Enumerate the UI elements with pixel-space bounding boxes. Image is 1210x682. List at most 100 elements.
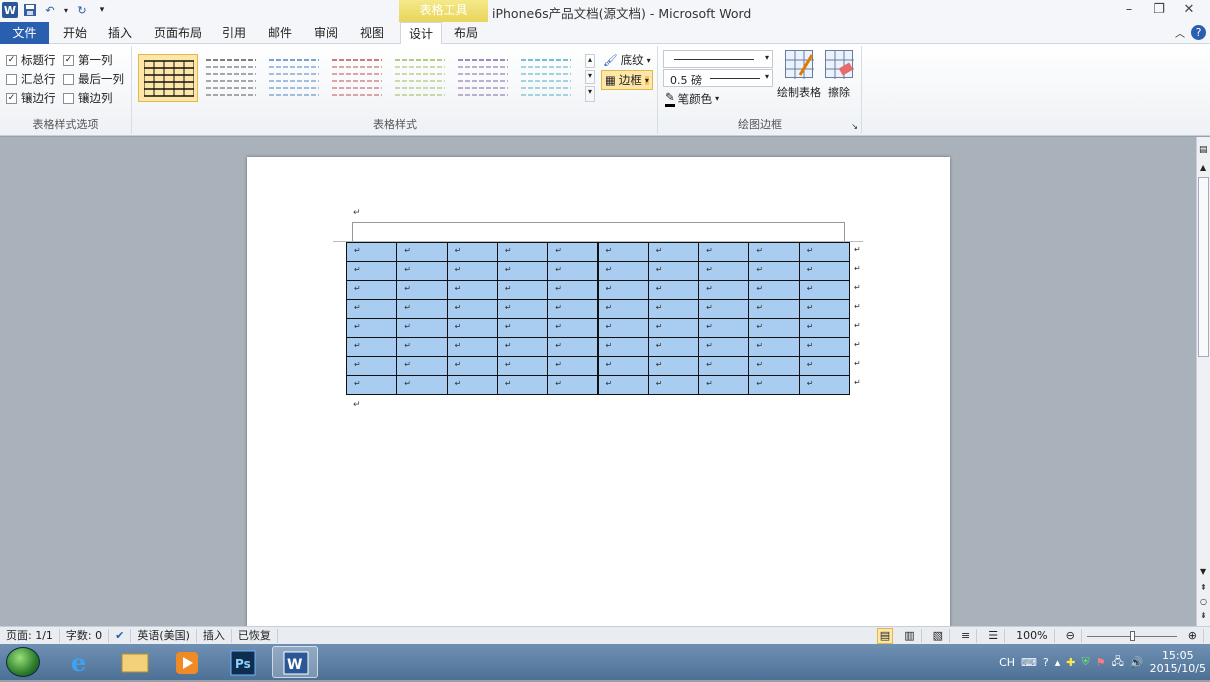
table-cell[interactable]: ↵ [346,356,398,376]
next-page-icon[interactable]: ⇟ [1200,611,1207,620]
tab-page-layout[interactable]: 页面布局 [149,22,207,44]
table-cell[interactable]: ↵ [798,299,850,319]
table-cell[interactable]: ↵ [698,280,750,300]
table-cell[interactable]: ↵ [547,337,599,357]
network-icon[interactable]: 🖧 [1112,653,1124,672]
borders-dialog-launcher-icon[interactable]: ↘ [851,122,858,131]
status-language[interactable]: 英语(美国) [131,628,197,643]
table-cell[interactable]: ↵ [698,299,750,319]
checkbox-first-column[interactable]: ✓ 第一列 [63,52,113,68]
minimize-ribbon-icon[interactable]: ︿ [1175,25,1185,40]
shield-icon[interactable]: ⛨ [1082,655,1090,669]
table-cell[interactable]: ↵ [748,337,800,357]
table-cell[interactable]: ↵ [446,337,498,357]
save-icon[interactable] [22,2,38,18]
table-cell[interactable]: ↵ [346,375,398,395]
borders-button[interactable]: ▦ 边框 ▾ [601,70,653,90]
table-cell[interactable]: ↵ [647,337,700,357]
table-style-thumbnail[interactable] [201,54,261,102]
table-style-thumbnail[interactable] [453,54,513,102]
table-cell[interactable]: ↵ [698,242,750,262]
table-style-thumbnail[interactable] [516,54,576,102]
table-cell[interactable]: ↵ [446,299,498,319]
minimize-icon[interactable]: – [1114,0,1144,20]
checkbox-last-column[interactable]: 最后一列 [63,71,124,87]
table-cell[interactable]: ↵ [647,280,700,300]
full-screen-reading-icon[interactable]: ▥ [898,628,922,643]
tab-view[interactable]: 视图 [353,22,391,44]
checkbox-banded-columns[interactable]: 镶边列 [63,90,113,106]
table-cell[interactable]: ↵ [647,375,700,395]
tab-design[interactable]: 设计 [400,22,442,45]
line-style-select[interactable]: ▾ [663,50,773,68]
internet-explorer-icon[interactable]: e [57,646,103,678]
checkbox-total-row[interactable]: 汇总行 [6,71,56,87]
table-cell[interactable]: ↵ [547,375,599,395]
input-method[interactable]: CH [999,656,1015,669]
table-cell[interactable]: ↵ [798,242,850,262]
table-style-thumbnail[interactable] [327,54,387,102]
close-icon[interactable]: ✕ [1174,0,1204,20]
photoshop-icon[interactable]: Ps [220,646,266,678]
table-cell[interactable]: ↵ [547,318,599,338]
previous-page-icon[interactable]: ⇞ [1200,583,1207,592]
table-cell[interactable]: ↵ [698,261,750,281]
table-cell[interactable]: ↵ [496,261,549,281]
gallery-scroll-down-icon[interactable]: ▾ [585,70,595,84]
table-cell[interactable]: ↵ [597,375,649,395]
table-cell[interactable]: ↵ [597,299,649,319]
table-cell[interactable]: ↵ [597,318,649,338]
pen-color-button[interactable]: ✎ 笔颜色 ▾ [665,90,719,107]
outline-view-icon[interactable]: ≡ [955,628,978,643]
web-layout-icon[interactable]: ▧ [927,628,951,643]
table-cell[interactable]: ↵ [647,299,700,319]
volume-icon[interactable]: 🔊 [1130,656,1144,669]
table-cell[interactable]: ↵ [396,375,448,395]
proofing-icon[interactable]: ✔ [109,628,132,643]
table-cell[interactable]: ↵ [446,261,498,281]
status-word-count[interactable]: 字数: 0 [60,628,110,643]
table-cell[interactable]: ↵ [496,375,549,395]
table-cell[interactable]: ↵ [748,318,800,338]
word-taskbar-icon[interactable]: W [272,646,318,678]
table-cell[interactable]: ↵ [748,299,800,319]
checkbox-banded-columns-box[interactable] [63,92,74,104]
checkbox-header-row-box[interactable]: ✓ [6,54,17,66]
clock[interactable]: 15:05 2015/10/5 [1150,649,1206,675]
draw-table-button[interactable]: 绘制表格 [777,50,821,100]
table-cell[interactable]: ↵ [597,242,649,262]
zoom-slider[interactable] [1086,630,1177,642]
table-cell[interactable]: ↵ [748,280,800,300]
keyboard-icon[interactable]: ⌨ [1021,656,1037,669]
checkbox-banded-rows-box[interactable]: ✓ [6,92,17,104]
checkbox-header-row[interactable]: ✓ 标题行 [6,52,56,68]
table-cell[interactable]: ↵ [547,261,599,281]
tray-overflow-icon[interactable]: ▴ [1055,656,1061,669]
browse-object-icon[interactable]: ○ [1200,597,1207,606]
security-plus-icon[interactable]: ✚ [1066,656,1075,669]
table-cell[interactable]: ↵ [748,261,800,281]
zoom-in-icon[interactable]: ⊕ [1182,628,1204,643]
shading-button[interactable]: 🖌 底纹 ▾ [603,52,651,68]
tab-mailings[interactable]: 邮件 [261,22,299,44]
table-cell[interactable]: ↵ [798,375,850,395]
document-table[interactable]: ↵ ↵ ↵ ↵ ↵ ↵ ↵ ↵ ↵ ↵ ↵ ↵ ↵ ↵ ↵ ↵ ↵ ↵ ↵ ↵ ↵ ↵ ↵ ↵ ↵ ↵ ↵ ↵ ↵ ↵ ↵ ↵ ↵ ↵ ↵ ↵ ↵ ↵ ↵ ↵… [346,242,861,395]
table-cell[interactable]: ↵ [496,337,549,357]
tab-file[interactable]: 文件 [0,22,49,44]
table-cell[interactable]: ↵ [496,356,549,376]
zoom-out-icon[interactable]: ⊖ [1060,628,1082,643]
table-cell[interactable]: ↵ [547,280,599,300]
vertical-scrollbar[interactable]: ▤ ▲ ▼ ⇞ ○ ⇟ [1196,137,1210,626]
table-cell[interactable]: ↵ [597,280,649,300]
ruler-toggle-icon[interactable]: ▤ [1199,145,1208,155]
table-cell[interactable]: ↵ [396,337,448,357]
checkbox-total-row-box[interactable] [6,73,17,85]
table-cell[interactable]: ↵ [798,318,850,338]
table-cell[interactable]: ↵ [346,299,398,319]
file-explorer-icon[interactable] [112,646,158,678]
line-weight-select[interactable]: 0.5 磅 ▾ [663,69,773,87]
scrollbar-thumb[interactable] [1198,177,1209,357]
zoom-level[interactable]: 100% [1010,628,1055,643]
customize-qat-icon[interactable]: ▾ [94,2,110,18]
help-icon[interactable]: ? [1191,25,1206,40]
